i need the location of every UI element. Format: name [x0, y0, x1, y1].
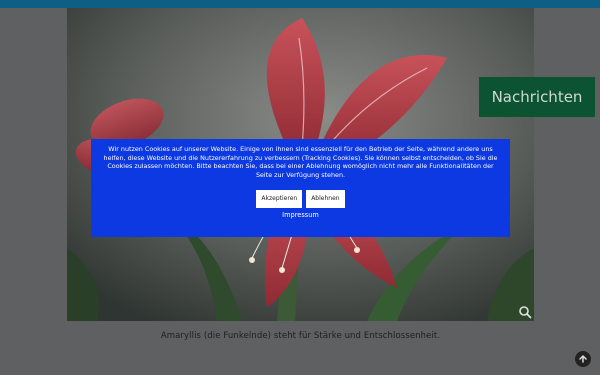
decline-cookies-button[interactable]: Ablehnen	[306, 189, 345, 208]
top-bar	[0, 0, 600, 8]
arrow-up-icon	[579, 354, 587, 363]
image-caption: Amaryllis (die Funkelnde) steht für Stär…	[160, 331, 441, 341]
cookie-message: Wir nutzen Cookies auf unserer Website. …	[103, 145, 498, 180]
cookie-banner: Wir nutzen Cookies auf unserer Website. …	[91, 139, 510, 237]
cookie-buttons: Akzeptieren Ablehnen	[91, 189, 510, 208]
magnifier-icon[interactable]	[518, 305, 532, 319]
impressum-link[interactable]: Impressum	[91, 211, 510, 219]
nachrichten-tab[interactable]: Nachrichten	[479, 77, 595, 117]
scroll-to-top-button[interactable]	[575, 351, 591, 367]
accept-cookies-button[interactable]: Akzeptieren	[256, 189, 303, 208]
